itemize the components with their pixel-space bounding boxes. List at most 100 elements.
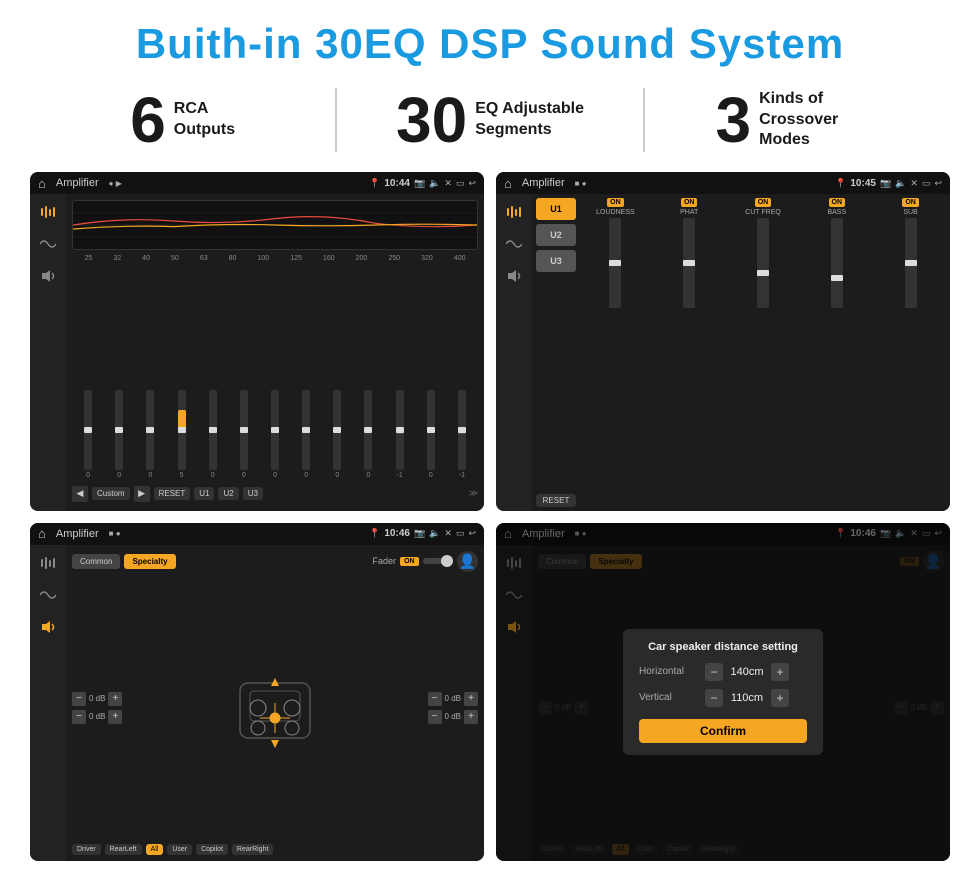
back-icon-1[interactable]: ↩ (468, 178, 476, 189)
horizontal-value: 140cm (727, 666, 767, 678)
window-icon-2: ▭ (922, 178, 931, 189)
eq-main-area: 25 32 40 50 63 80 100 125 160 200 250 32… (66, 194, 484, 511)
prev-button[interactable]: ◀ (72, 486, 88, 502)
bass-group: ON BASS (801, 198, 872, 507)
phat-group: ON PHAT (654, 198, 725, 507)
page-title: Buith-in 30EQ DSP Sound System (136, 20, 844, 68)
db-plus-4[interactable]: + (464, 710, 478, 724)
specialty-tab[interactable]: Specialty (124, 554, 175, 569)
u2-button[interactable]: U2 (218, 487, 238, 500)
amp-reset[interactable]: RESET (536, 494, 576, 507)
fader-thumb[interactable] (441, 555, 453, 567)
home-icon-1[interactable]: ⌂ (38, 176, 46, 191)
all-btn[interactable]: All (146, 844, 164, 855)
common-tab[interactable]: Common (72, 554, 120, 569)
loudness-group: ON LOUDNESS (580, 198, 651, 507)
feature-crossover-text: Kinds ofCrossover Modes (759, 89, 879, 151)
status-bar-2: ⌂ Amplifier ■ ● 📍 10:45 📷 🔈 ✕ ▭ ↩ (496, 172, 950, 194)
status-right-3: 📍 10:46 📷 🔈 ✕ ▭ ↩ (369, 528, 476, 539)
eq-icon-2[interactable] (504, 202, 524, 222)
db-plus-3[interactable]: + (464, 692, 478, 706)
screen2-dots: ■ ● (575, 179, 587, 188)
screen1-content: 25 32 40 50 63 80 100 125 160 200 250 32… (30, 194, 484, 511)
speaker-layout: − 0 dB + − 0 dB + (72, 576, 478, 841)
cutfreq-on[interactable]: ON (755, 198, 772, 207)
features-row: 6 RCAOutputs 30 EQ AdjustableSegments 3 … (30, 88, 950, 152)
custom-button[interactable]: Custom (92, 487, 130, 500)
db-row-4: − 0 dB + (428, 710, 478, 724)
dialog-box: Car speaker distance setting Horizontal … (623, 629, 823, 755)
eq-icon-1[interactable] (38, 202, 58, 222)
sub-on[interactable]: ON (902, 198, 919, 207)
horizontal-ctrl: − 140cm + (705, 663, 789, 681)
status-right-1: 📍 10:44 📷 🔈 ✕ ▭ ↩ (369, 178, 476, 189)
vertical-minus[interactable]: − (705, 689, 723, 707)
db-row-3: − 0 dB + (428, 692, 478, 706)
reset-button[interactable]: RESET (154, 487, 191, 500)
eq-icon-3[interactable] (38, 553, 58, 573)
u1-select[interactable]: U1 (536, 198, 576, 220)
u3-button[interactable]: U3 (243, 487, 263, 500)
db-plus-2[interactable]: + (108, 710, 122, 724)
fader-slider[interactable] (423, 558, 453, 564)
driver-btn[interactable]: Driver (72, 844, 101, 855)
amp-main-area: U1 U2 U3 RESET ON LOUDNESS (532, 194, 950, 511)
phat-on[interactable]: ON (681, 198, 698, 207)
home-icon-2[interactable]: ⌂ (504, 176, 512, 191)
fader-on[interactable]: ON (400, 557, 419, 566)
db-minus-1[interactable]: − (72, 692, 86, 706)
rear-left-btn[interactable]: RearLeft (105, 844, 142, 855)
eq-slider-3: 5 (167, 390, 195, 479)
speaker-icon-1[interactable] (38, 266, 58, 286)
u2-select[interactable]: U2 (536, 224, 576, 246)
user-btn[interactable]: User (167, 844, 192, 855)
copilot-btn[interactable]: Copilot (196, 844, 228, 855)
left-sidebar-2 (496, 194, 532, 511)
screen-eq: ⌂ Amplifier ● ▶ 📍 10:44 📷 🔈 ✕ ▭ ↩ (30, 172, 484, 511)
screen3-title: Amplifier (56, 528, 99, 540)
confirm-button[interactable]: Confirm (639, 719, 807, 743)
expand-icon[interactable]: ≫ (469, 488, 478, 499)
window-icon-3: ▭ (456, 528, 465, 539)
bass-on[interactable]: ON (829, 198, 846, 207)
screen2-time: 10:45 (850, 178, 876, 189)
db-plus-1[interactable]: + (108, 692, 122, 706)
db-minus-4[interactable]: − (428, 710, 442, 724)
u1-button[interactable]: U1 (194, 487, 214, 500)
db-minus-2[interactable]: − (72, 710, 86, 724)
close-icon-3: ✕ (444, 528, 452, 539)
back-icon-2[interactable]: ↩ (934, 178, 942, 189)
wave-icon-1[interactable] (38, 234, 58, 254)
status-right-2: 📍 10:45 📷 🔈 ✕ ▭ ↩ (835, 178, 942, 189)
speaker-bottom-bar: Driver RearLeft All User Copilot RearRig… (72, 844, 478, 855)
db-minus-3[interactable]: − (428, 692, 442, 706)
eq-slider-5: 0 (230, 390, 258, 479)
speaker-icon-3[interactable] (38, 617, 58, 637)
horizontal-minus[interactable]: − (705, 663, 723, 681)
eq-slider-10: -1 (386, 390, 414, 479)
screen3-time: 10:46 (384, 528, 410, 539)
loudness-on[interactable]: ON (607, 198, 624, 207)
fader-label: Fader (373, 556, 397, 566)
wave-icon-3[interactable] (38, 585, 58, 605)
home-icon-3[interactable]: ⌂ (38, 526, 46, 541)
eq-slider-6: 0 (261, 390, 289, 479)
feature-eq-text: EQ AdjustableSegments (475, 99, 584, 141)
eq-slider-12: -1 (448, 390, 476, 479)
feature-rca: 6 RCAOutputs (30, 88, 337, 152)
screen1-time: 10:44 (384, 178, 410, 189)
vertical-plus[interactable]: + (771, 689, 789, 707)
wave-icon-2[interactable] (504, 234, 524, 254)
next-button[interactable]: ▶ (134, 486, 150, 502)
back-icon-3[interactable]: ↩ (468, 528, 476, 539)
horizontal-plus[interactable]: + (771, 663, 789, 681)
feature-rca-number: 6 (130, 88, 166, 152)
rear-right-btn[interactable]: RearRight (232, 844, 274, 855)
speaker-icon-2[interactable] (504, 266, 524, 286)
feature-eq: 30 EQ AdjustableSegments (337, 88, 644, 152)
u3-select[interactable]: U3 (536, 250, 576, 272)
eq-slider-11: 0 (417, 390, 445, 479)
eq-slider-9: 0 (354, 390, 382, 479)
volume-icon-1: 🔈 (429, 178, 440, 189)
eq-labels: 25 32 40 50 63 80 100 125 160 200 250 32… (72, 254, 478, 263)
